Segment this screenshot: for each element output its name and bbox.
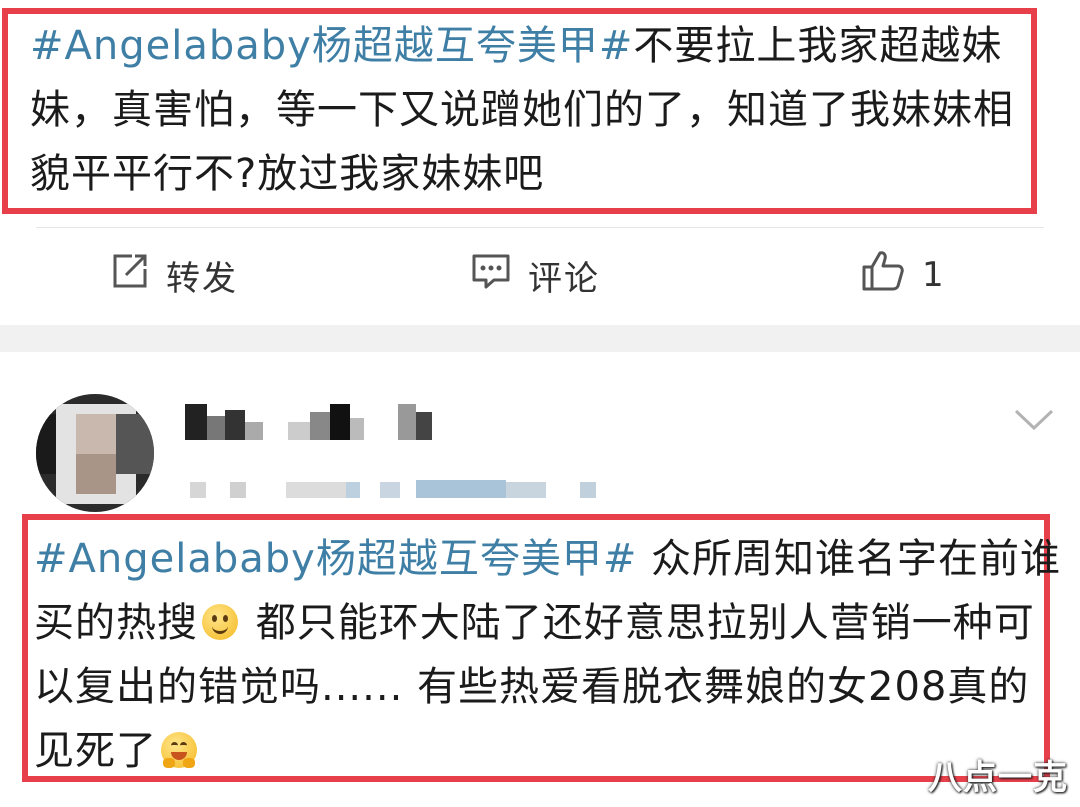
hug-emoji-icon <box>161 732 197 768</box>
post-line: 以复出的错觉吗...... 有些热爱看脱衣舞娘的女208真的 <box>34 664 1030 710</box>
repost-button[interactable]: 转发 <box>110 250 238 300</box>
repost-label: 转发 <box>166 258 238 299</box>
like-count: 1 <box>922 255 946 295</box>
smile-emoji-icon <box>202 604 238 640</box>
like-button[interactable]: 1 <box>860 250 946 300</box>
divider <box>36 227 1044 228</box>
post-card-1: #Angelababy杨超越互夸美甲#不要拉上我家超越妹 妹，真害怕，等一下又说… <box>0 0 1080 325</box>
comment-label: 评论 <box>528 258 600 299</box>
repost-icon <box>110 251 166 300</box>
watermark: 八点一克 <box>928 758 1068 798</box>
post-text-segment: 众所周知谁名字在前谁 <box>637 536 1062 582</box>
comment-icon <box>470 251 528 300</box>
chevron-down-icon[interactable] <box>1012 407 1056 437</box>
comment-button[interactable]: 评论 <box>470 250 600 300</box>
post-text-segment: 不要拉上我家超越妹 <box>633 23 1003 69</box>
hashtag-link[interactable]: #Angelababy杨超越互夸美甲# <box>30 23 633 69</box>
post-text-segment: 见死了 <box>34 728 157 774</box>
post-line: #Angelababy杨超越互夸美甲# 众所周知谁名字在前谁 <box>34 527 1061 591</box>
avatar[interactable] <box>36 394 154 512</box>
post-card-2: #Angelababy杨超越互夸美甲# 众所周知谁名字在前谁 买的热搜 都只能环… <box>0 352 1080 807</box>
thumbs-up-icon <box>860 249 922 302</box>
post-line: 买的热搜 都只能环大陆了还好意思拉别人营销一种可 <box>34 591 1061 655</box>
post-text: #Angelababy杨超越互夸美甲#不要拉上我家超越妹 妹，真害怕，等一下又说… <box>30 14 1014 206</box>
post-line: #Angelababy杨超越互夸美甲#不要拉上我家超越妹 <box>30 14 1014 78</box>
hashtag-link[interactable]: #Angelababy杨超越互夸美甲# <box>34 536 637 582</box>
post-text-segment: 买的热搜 <box>34 600 198 646</box>
post-line: 妹，真害怕，等一下又说蹭她们的了，知道了我妹妹相 <box>30 87 1014 133</box>
post-text: #Angelababy杨超越互夸美甲# 众所周知谁名字在前谁 买的热搜 都只能环… <box>34 527 1061 783</box>
post-line: 貌平平行不?放过我家妹妹吧 <box>30 151 545 197</box>
post-text-segment: 都只能环大陆了还好意思拉别人营销一种可 <box>242 600 1035 646</box>
post-line: 见死了 <box>34 719 1061 783</box>
